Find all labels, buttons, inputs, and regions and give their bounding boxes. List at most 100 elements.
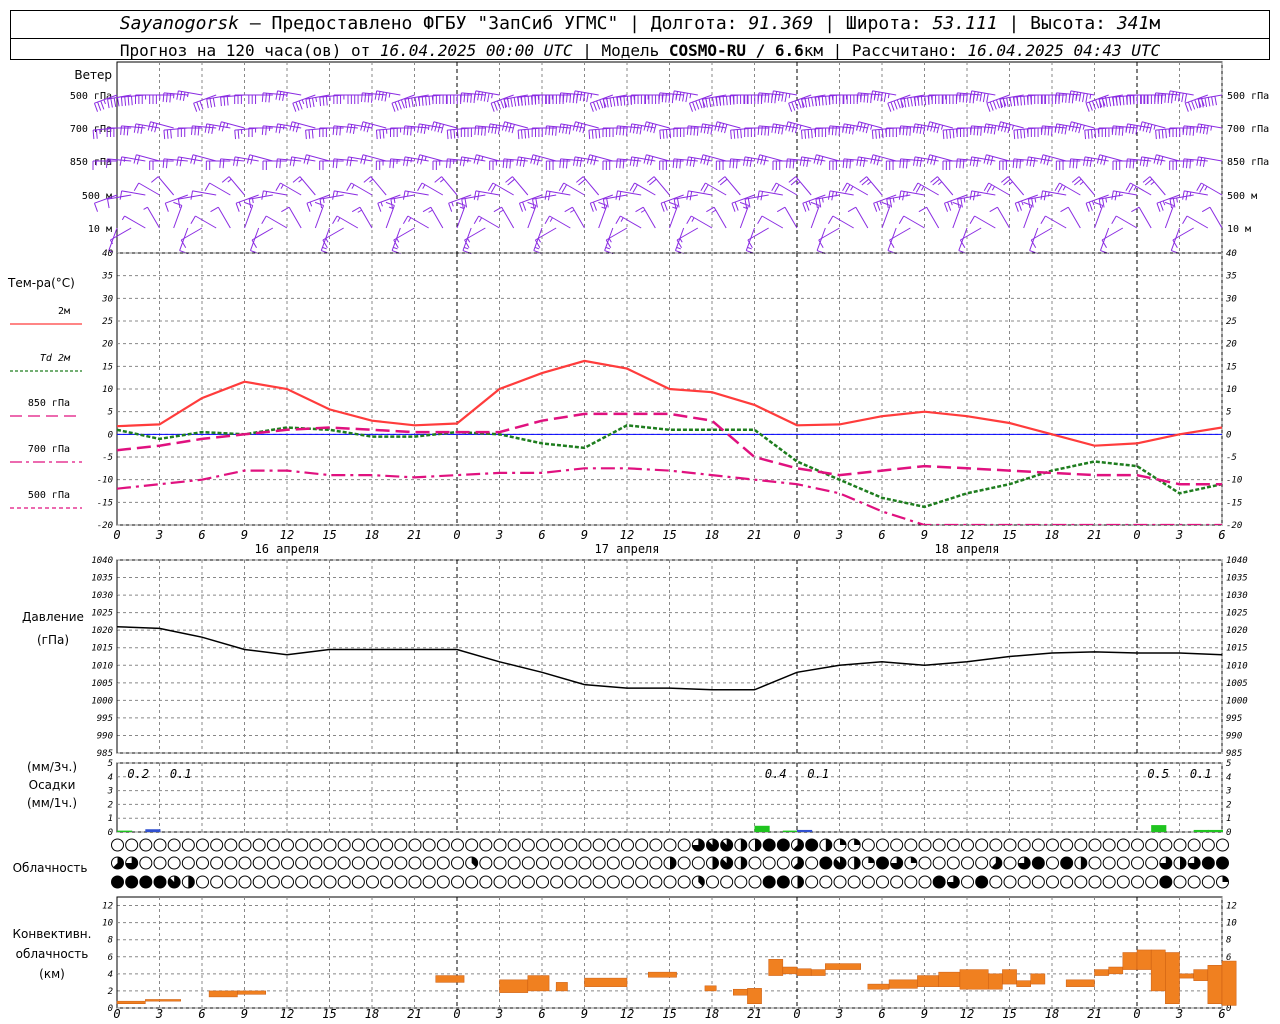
wind-barb — [747, 227, 769, 249]
wind-barb-feather — [847, 206, 857, 213]
wind-barb — [149, 160, 174, 170]
cloud-cover-symbol — [507, 856, 521, 870]
wind-barb-half — [427, 125, 430, 131]
wind-barb-half — [491, 93, 493, 99]
wind-barb-feather — [544, 190, 548, 200]
wind-barb-feather — [305, 99, 308, 109]
cloud-cover-symbol — [550, 875, 564, 889]
precip-3h-label: 0.1 — [170, 767, 192, 781]
wind-barb-feather — [281, 206, 290, 213]
wind-level-label-left: 10 м — [88, 224, 112, 235]
wind-barb-feather — [916, 157, 919, 167]
wind-title: Ветер — [74, 68, 112, 82]
wind-barb-half — [1091, 200, 1095, 206]
wind-barb-feather — [993, 125, 997, 135]
wind-barb — [180, 227, 203, 249]
cloud-fill — [825, 839, 832, 852]
wind-barb-feather — [785, 158, 788, 168]
cloud-circle — [663, 875, 677, 889]
cloud-circle — [1116, 838, 1130, 852]
cloud-circle — [309, 838, 323, 852]
cloud-cover-symbol — [1088, 856, 1102, 870]
wind-barb — [319, 160, 344, 170]
cloud-cover-symbol — [1046, 875, 1059, 889]
cloud-cover-symbol — [578, 838, 592, 852]
cloud-circle — [153, 838, 167, 852]
cloud-circle — [266, 856, 280, 870]
cloud-cover-symbol — [946, 838, 960, 852]
wind-barb-feather — [402, 215, 409, 225]
wind-barb-staff — [195, 215, 217, 229]
cloud-title: Облачность — [13, 861, 88, 875]
wind-barb — [473, 215, 500, 229]
cloud-fill — [975, 876, 988, 888]
wind-barb-feather — [653, 124, 657, 134]
wind-barb-feather — [733, 129, 736, 139]
wind-barb-feather — [596, 100, 601, 110]
wind-barb-feather — [799, 156, 803, 166]
conv-tick-right: 8 — [1226, 936, 1231, 946]
cloud-cover-symbol — [1017, 838, 1031, 852]
wind-barb-feather — [517, 97, 520, 107]
wind-barb-feather — [1057, 124, 1061, 134]
wind-barb — [289, 156, 316, 167]
cloud-cover-symbol — [1145, 875, 1159, 889]
wind-barb — [261, 215, 288, 229]
wind-barb — [493, 206, 515, 229]
cloud-cover-symbol — [1074, 875, 1088, 889]
cloud-cover-symbol — [1102, 856, 1116, 870]
wind-barb-feather — [448, 203, 453, 212]
wind-level-label-right: 10 м — [1227, 224, 1251, 235]
conv-cloud-bar — [1016, 980, 1031, 987]
wind-barb-feather — [1089, 157, 1093, 167]
wind-barb — [629, 182, 656, 196]
wind-barb-feather — [493, 101, 498, 111]
cloud-circle — [805, 875, 819, 889]
wind-barb-feather — [976, 157, 979, 167]
wind-barb — [1172, 227, 1194, 249]
hour-tick-label: 9 — [581, 528, 588, 542]
wind-barb — [119, 190, 146, 200]
wind-barb-feather — [193, 103, 198, 112]
wind-barb-feather — [261, 190, 264, 200]
cloud-circle — [380, 838, 394, 852]
wind-barb-half — [371, 124, 374, 129]
wind-barb-feather — [1095, 99, 1100, 109]
wind-barb-staff — [320, 227, 330, 251]
cloud-cover-symbol — [606, 856, 620, 870]
wind-barb-feather — [522, 157, 526, 167]
wind-barb-feather — [1199, 157, 1203, 167]
wind-barb-feather — [100, 100, 105, 110]
wind-barb-feather — [351, 206, 361, 213]
cloud-circle — [961, 875, 974, 889]
wind-barb-feather — [402, 156, 406, 166]
cloud-cover-symbol — [111, 856, 124, 870]
cloud-circle — [578, 838, 592, 852]
cloud-circle — [946, 856, 960, 870]
cloud-cover-symbol — [1116, 838, 1130, 852]
wind-barb-feather — [788, 103, 793, 112]
wind-barb-staff — [385, 205, 395, 229]
wind-barb — [176, 156, 203, 167]
wind-barb-feather — [1060, 206, 1069, 213]
temp-legend-label: 850 гПа — [28, 398, 70, 409]
cloud-cover-symbol — [125, 875, 139, 889]
conv-cloud-bar — [810, 969, 826, 976]
cloud-cover-symbol — [1187, 875, 1201, 889]
precip-3h-label: 0.2 — [127, 767, 149, 781]
wind-barb — [757, 215, 784, 229]
wind-barb-feather — [1169, 199, 1173, 209]
wind-barb-feather — [663, 201, 668, 211]
wind-barb-feather — [374, 90, 378, 100]
wind-barb-feather — [568, 125, 572, 135]
wind-barb-feather — [797, 99, 802, 109]
cloud-cover-symbol — [238, 875, 252, 889]
wind-barb — [162, 158, 188, 169]
cloud-cover-symbol — [635, 838, 649, 852]
wind-barb-feather — [305, 130, 307, 140]
wind-barb-staff — [889, 227, 911, 241]
cloud-fill — [777, 839, 790, 851]
wind-barb — [176, 90, 203, 101]
wind-barb-staff — [881, 205, 891, 229]
cloud-cover-symbol — [791, 856, 804, 870]
